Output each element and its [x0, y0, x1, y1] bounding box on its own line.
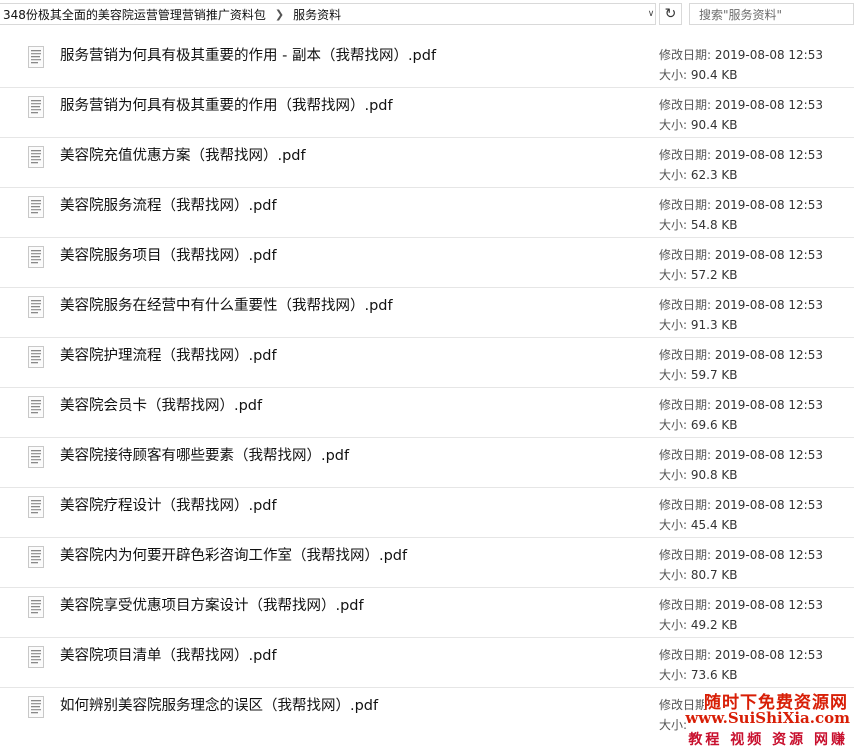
list-item[interactable]: 美容院护理流程（我帮找网）.pdf 修改日期: 2019-08-08 12:53 大…	[0, 338, 854, 388]
file-size: 大小: 45.4 KB	[659, 518, 738, 532]
file-name: 美容院接待顾客有哪些要素（我帮找网）.pdf	[60, 448, 350, 464]
list-item[interactable]: 美容院服务在经营中有什么重要性（我帮找网）.pdf 修改日期: 2019-08-0…	[0, 288, 854, 338]
watermark-line-3: 教程 视频 资源 网赚	[688, 732, 848, 748]
file-list: 服务营销为何具有极其重要的作用 - 副本（我帮找网）.pdf 修改日期: 2019…	[0, 38, 854, 738]
file-name: 美容院服务流程（我帮找网）.pdf	[60, 198, 277, 214]
list-item[interactable]: 美容院内为何要开辟色彩咨询工作室（我帮找网）.pdf 修改日期: 2019-08-…	[0, 538, 854, 588]
file-modified: 修改日期: 2019-08-08 12:53	[659, 548, 823, 562]
file-size: 大小: 62.3 KB	[659, 168, 738, 182]
file-size: 大小: 90.4 KB	[659, 118, 738, 132]
file-size: 大小: 91.3 KB	[659, 318, 738, 332]
explorer-toolbar: 348份极其全面的美容院运营管理营销推广资料包 ❯ 服务资料 ∨ ↻ 搜索"服务…	[0, 0, 854, 30]
pdf-document-icon	[28, 546, 44, 568]
list-item[interactable]: 美容院接待顾客有哪些要素（我帮找网）.pdf 修改日期: 2019-08-08 1…	[0, 438, 854, 488]
pdf-document-icon	[28, 396, 44, 418]
file-size: 大小: 57.2 KB	[659, 268, 738, 282]
pdf-document-icon	[28, 496, 44, 518]
file-modified: 修改日期: 2019-08-08 12:53	[659, 298, 823, 312]
pdf-document-icon	[28, 146, 44, 168]
list-item[interactable]: 服务营销为何具有极其重要的作用（我帮找网）.pdf 修改日期: 2019-08-0…	[0, 88, 854, 138]
breadcrumb-separator-icon[interactable]: ❯	[269, 8, 290, 21]
file-name: 美容院服务项目（我帮找网）.pdf	[60, 248, 277, 264]
file-size: 大小: 73.6 KB	[659, 668, 738, 682]
file-name: 美容院护理流程（我帮找网）.pdf	[60, 348, 277, 364]
file-name: 服务营销为何具有极其重要的作用（我帮找网）.pdf	[60, 98, 393, 114]
pdf-document-icon	[28, 96, 44, 118]
file-modified: 修改日期: 2019-08-08 12:53	[659, 48, 823, 62]
file-size: 大小: 54.8 KB	[659, 218, 738, 232]
breadcrumb-segment-parent[interactable]: 348份极其全面的美容院运营管理营销推广资料包	[0, 6, 269, 23]
file-size: 大小:	[659, 718, 688, 732]
address-bar[interactable]: 348份极其全面的美容院运营管理营销推广资料包 ❯ 服务资料	[0, 3, 656, 25]
file-name: 美容院充值优惠方案（我帮找网）.pdf	[60, 148, 306, 164]
file-modified: 修改日期: 2019-08-08 12:53	[659, 98, 823, 112]
pdf-document-icon	[28, 346, 44, 368]
list-item[interactable]: 美容院会员卡（我帮找网）.pdf 修改日期: 2019-08-08 12:53 大小…	[0, 388, 854, 438]
file-modified: 修改日期: 2019-08-08 12:53	[659, 598, 823, 612]
pdf-document-icon	[28, 46, 44, 68]
file-name: 如何辨别美容院服务理念的误区（我帮找网）.pdf	[60, 698, 379, 714]
pdf-document-icon	[28, 646, 44, 668]
breadcrumb-segment-current[interactable]: 服务资料	[290, 6, 344, 23]
file-name: 美容院内为何要开辟色彩咨询工作室（我帮找网）.pdf	[60, 548, 408, 564]
pdf-document-icon	[28, 696, 44, 718]
file-size: 大小: 80.7 KB	[659, 568, 738, 582]
list-item[interactable]: 美容院项目清单（我帮找网）.pdf 修改日期: 2019-08-08 12:53 大…	[0, 638, 854, 688]
file-name: 美容院项目清单（我帮找网）.pdf	[60, 648, 277, 664]
file-size: 大小: 49.2 KB	[659, 618, 738, 632]
file-size: 大小: 69.6 KB	[659, 418, 738, 432]
watermark-line-2: www.SuiShiXia.com	[685, 709, 850, 727]
list-item[interactable]: 美容院服务项目（我帮找网）.pdf 修改日期: 2019-08-08 12:53 大…	[0, 238, 854, 288]
list-item[interactable]: 美容院服务流程（我帮找网）.pdf 修改日期: 2019-08-08 12:53 大…	[0, 188, 854, 238]
watermark-logo: 随时下免费资源网 www.SuiShiXia.com 教程 视频 资源 网赚	[685, 688, 850, 748]
file-size: 大小: 90.8 KB	[659, 468, 738, 482]
file-size: 大小: 59.7 KB	[659, 368, 738, 382]
search-input[interactable]: 搜索"服务资料"	[689, 3, 854, 25]
file-modified: 修改日期: 2019-08-08 12:53	[659, 398, 823, 412]
list-item[interactable]: 美容院充值优惠方案（我帮找网）.pdf 修改日期: 2019-08-08 12:5…	[0, 138, 854, 188]
file-modified: 修改日期: 2019-08-08 12:53	[659, 448, 823, 462]
refresh-icon[interactable]: ↻	[659, 3, 682, 25]
file-modified: 修改日期: 2019-08-08 12:53	[659, 198, 823, 212]
file-size: 大小: 90.4 KB	[659, 68, 738, 82]
file-name: 美容院会员卡（我帮找网）.pdf	[60, 398, 263, 414]
file-name: 服务营销为何具有极其重要的作用 - 副本（我帮找网）.pdf	[60, 48, 437, 64]
file-modified: 修改日期: 2019-08-08 12:53	[659, 248, 823, 262]
pdf-document-icon	[28, 296, 44, 318]
pdf-document-icon	[28, 246, 44, 268]
list-item[interactable]: 美容院疗程设计（我帮找网）.pdf 修改日期: 2019-08-08 12:53 大…	[0, 488, 854, 538]
file-modified: 修改日期: 2019-08-08 12:53	[659, 648, 823, 662]
file-name: 美容院疗程设计（我帮找网）.pdf	[60, 498, 277, 514]
file-name: 美容院服务在经营中有什么重要性（我帮找网）.pdf	[60, 298, 393, 314]
file-modified: 修改日期: 2019-08-08 12:53	[659, 348, 823, 362]
address-history-chevron-down-icon[interactable]: ∨	[642, 3, 660, 25]
pdf-document-icon	[28, 446, 44, 468]
file-modified: 修改日期: 2019-08-08 12:53	[659, 498, 823, 512]
pdf-document-icon	[28, 196, 44, 218]
file-modified: 修改日期: 2019-08-08 12:53	[659, 148, 823, 162]
pdf-document-icon	[28, 596, 44, 618]
file-name: 美容院享受优惠项目方案设计（我帮找网）.pdf	[60, 598, 364, 614]
list-item[interactable]: 美容院享受优惠项目方案设计（我帮找网）.pdf 修改日期: 2019-08-08 …	[0, 588, 854, 638]
list-item[interactable]: 服务营销为何具有极其重要的作用 - 副本（我帮找网）.pdf 修改日期: 2019…	[0, 38, 854, 88]
